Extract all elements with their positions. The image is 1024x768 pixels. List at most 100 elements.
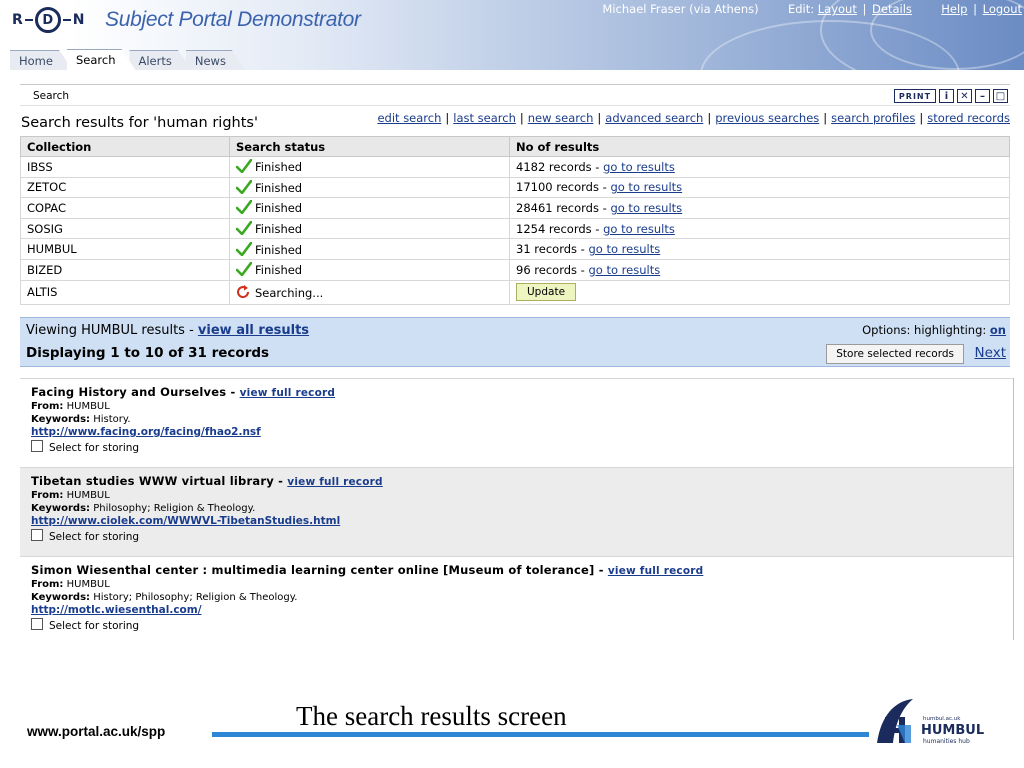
list-item: Facing History and Ourselves - view full…	[20, 378, 1013, 467]
portal-header: R D N Subject Portal Demonstrator Michae…	[0, 0, 1024, 70]
close-icon[interactable]: ✕	[957, 89, 972, 103]
portal-title: Subject Portal Demonstrator	[105, 8, 361, 31]
status-text: Searching...	[255, 285, 324, 300]
viewing-bar: Viewing HUMBUL results - view all result…	[20, 317, 1010, 367]
search-status: Finished	[229, 238, 510, 260]
view-full-record-link[interactable]: view full record	[608, 565, 703, 577]
view-all-results-link[interactable]: view all results	[198, 323, 309, 338]
help-link[interactable]: Help	[941, 2, 967, 16]
keywords-label: Keywords:	[31, 503, 91, 514]
table-row: BIZED Finished 96 records - go to results	[20, 258, 1010, 281]
record-title: Facing History and Ourselves - view full…	[31, 385, 336, 399]
new-search-link[interactable]: new search	[528, 111, 594, 125]
record-keywords: Keywords: Philosophy; Religion & Theolog…	[31, 503, 1002, 514]
view-full-record-link[interactable]: view full record	[240, 387, 335, 399]
humbul-logo: humbul.ac.uk HUMBUL humanities hub	[877, 699, 984, 745]
previous-searches-link[interactable]: previous searches	[715, 111, 819, 125]
table-row: ZETOC Finished 17100 records - go to resul…	[20, 176, 1010, 199]
tab-news[interactable]: News	[186, 50, 246, 70]
from-value: HUMBUL	[66, 579, 110, 590]
table-row: SOSIG Finished 1254 records - go to result…	[20, 217, 1010, 240]
separator: |	[973, 2, 977, 16]
logo-name-text: HUMBUL	[921, 723, 984, 738]
displaying-count: Displaying 1 to 10 of 31 records	[26, 345, 270, 361]
logout-link[interactable]: Logout	[983, 2, 1022, 16]
info-icon[interactable]: i	[939, 89, 954, 103]
result-count: 17100 records -	[516, 180, 607, 195]
record-from: From: HUMBUL	[31, 579, 1002, 590]
logo-dash	[24, 19, 33, 21]
separator: |	[919, 111, 924, 125]
highlighting-toggle[interactable]: on	[990, 323, 1006, 337]
separator: |	[823, 111, 828, 125]
go-to-results-link[interactable]: go to results	[603, 222, 675, 236]
checkmark-icon	[236, 241, 252, 256]
table-row: IBSS Finished 4182 records - go to results	[20, 156, 1010, 178]
refresh-icon	[237, 284, 250, 298]
go-to-results-link[interactable]: go to results	[610, 201, 682, 215]
result-count-cell: 31 records - go to results	[509, 238, 1010, 260]
maximize-icon[interactable]: □	[993, 89, 1008, 103]
result-count-cell: 4182 records - go to results	[509, 156, 1010, 178]
checkmark-icon	[236, 159, 252, 174]
last-search-link[interactable]: last search	[453, 111, 516, 125]
checkmark-icon	[236, 221, 252, 236]
status-text: Finished	[255, 222, 303, 237]
edit-search-link[interactable]: edit search	[377, 111, 441, 125]
tab-search[interactable]: Search	[67, 49, 136, 70]
result-count: 4182 records -	[516, 159, 600, 174]
status-text: Finished	[255, 201, 303, 216]
go-to-results-link[interactable]: go to results	[610, 180, 682, 194]
results-title: Search results for 'human rights'	[21, 115, 258, 131]
layout-link[interactable]: Layout	[818, 2, 857, 16]
go-to-results-link[interactable]: go to results	[588, 263, 660, 277]
update-button[interactable]: Update	[516, 283, 577, 302]
store-selected-button[interactable]: Store selected records	[826, 344, 964, 364]
column-header-collection: Collection	[20, 136, 230, 157]
keywords-value: Philosophy; Religion & Theology.	[93, 503, 256, 514]
next-page-link[interactable]: Next	[975, 345, 1006, 361]
record-keywords: Keywords: History.	[31, 414, 1002, 425]
search-status: Finished	[229, 197, 510, 219]
go-to-results-link[interactable]: go to results	[588, 242, 660, 256]
print-button[interactable]: PRINT	[894, 89, 936, 103]
result-count: 28461 records -	[516, 200, 607, 215]
panel-controls: PRINT i ✕ – □	[894, 89, 1008, 103]
separator: |	[597, 111, 602, 125]
collection-name: ZETOC	[20, 176, 230, 199]
options-label: Options: highlighting:	[862, 323, 987, 337]
collection-name: BIZED	[20, 258, 230, 281]
search-status: Searching...	[229, 279, 510, 305]
record-url-link[interactable]: http://www.facing.org/facing/fhao2.nsf	[31, 426, 261, 438]
select-checkbox[interactable]	[31, 618, 43, 630]
view-full-record-link[interactable]: view full record	[287, 476, 382, 488]
table-row: ALTIS Searching... Update	[20, 279, 1010, 305]
stored-records-link[interactable]: stored records	[927, 111, 1010, 125]
search-profiles-link[interactable]: search profiles	[831, 111, 915, 125]
minimize-icon[interactable]: –	[975, 89, 990, 103]
record-title-text: Tibetan studies WWW virtual library	[31, 474, 274, 488]
details-link[interactable]: Details	[872, 2, 912, 16]
tab-alerts[interactable]: Alerts	[129, 50, 191, 70]
rdn-logo: R D N	[12, 6, 85, 34]
column-header-results: No of results	[509, 136, 1010, 157]
select-checkbox[interactable]	[31, 529, 43, 541]
from-label: From:	[31, 401, 64, 412]
list-item: Tibetan studies WWW virtual library - vi…	[20, 467, 1013, 556]
advanced-search-link[interactable]: advanced search	[605, 111, 703, 125]
search-status: Finished	[229, 156, 510, 178]
record-title: Simon Wiesenthal center : multimedia lea…	[31, 563, 704, 577]
go-to-results-link[interactable]: go to results	[603, 160, 675, 174]
select-checkbox[interactable]	[31, 440, 43, 452]
record-url-link[interactable]: http://motlc.wiesenthal.com/	[31, 604, 202, 616]
record-url-link[interactable]: http://www.ciolek.com/WWWVL-TibetanStudi…	[31, 515, 340, 527]
collections-table: Collection Search status No of results I…	[20, 136, 1010, 305]
keywords-value: History.	[93, 414, 131, 425]
status-text: Finished	[255, 263, 303, 278]
result-count-cell: 28461 records - go to results	[509, 197, 1010, 219]
from-label: From:	[31, 579, 64, 590]
tab-home[interactable]: Home	[10, 50, 73, 70]
checkmark-icon	[236, 179, 252, 194]
panel-title-bar: Search PRINT i ✕ – □	[20, 84, 1010, 106]
search-status: Finished	[229, 176, 510, 199]
